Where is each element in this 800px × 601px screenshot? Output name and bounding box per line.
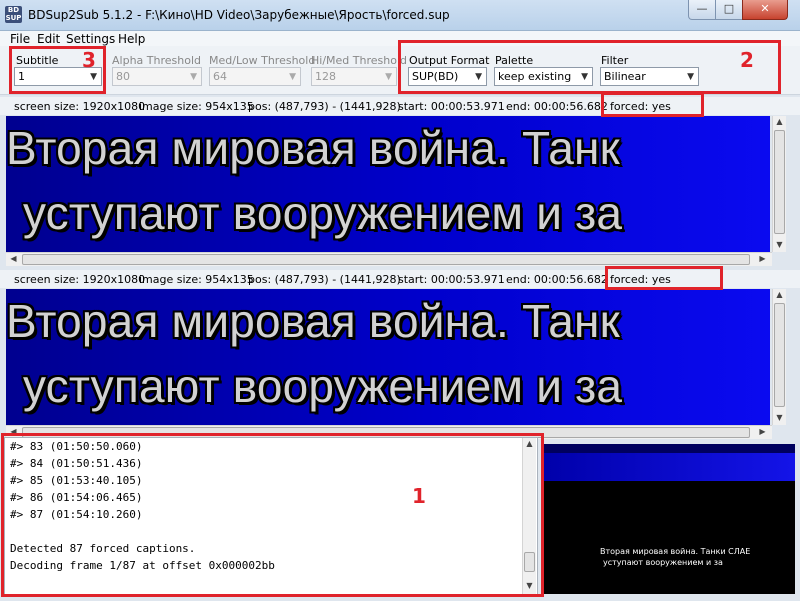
scroll-thumb[interactable]: [774, 303, 785, 407]
scroll-thumb[interactable]: [524, 552, 535, 572]
preview-frame: [543, 481, 795, 594]
scroll-left-icon[interactable]: ◀: [7, 427, 20, 436]
output-format-select[interactable]: SUP(BD) ▼: [408, 67, 487, 86]
minimize-button[interactable]: —: [688, 0, 716, 20]
log-line: #> 83 (01:50:50.060): [10, 440, 143, 453]
end-time-text: end: 00:00:56.682: [506, 273, 608, 286]
toolbar: Subtitle 1 ▼ Alpha Threshold 80 ▼ Med/Low …: [0, 46, 800, 95]
scroll-up-icon[interactable]: ▲: [773, 117, 786, 126]
preview-caption-line-2: уступают вооружением и за: [603, 558, 723, 567]
screen-size-text: screen size: 1920x1080: [14, 100, 146, 113]
subtitle-label: Subtitle: [16, 54, 59, 67]
subtitle-value: 1: [18, 70, 25, 83]
medlow-threshold-value: 64: [213, 70, 227, 83]
source-vertical-scrollbar[interactable]: ▲ ▼: [772, 116, 786, 252]
log-line: #> 85 (01:53:40.105): [10, 474, 143, 487]
scroll-up-icon[interactable]: ▲: [523, 439, 536, 448]
menu-file[interactable]: File: [10, 32, 30, 46]
end-time-text: end: 00:00:56.682: [506, 100, 608, 113]
menu-settings[interactable]: Settings: [66, 32, 115, 46]
alpha-threshold-select[interactable]: 80 ▼: [112, 67, 202, 86]
annotation-label-3: 3: [82, 48, 96, 72]
medlow-threshold-label: Med/Low Threshold: [209, 54, 316, 67]
himed-threshold-value: 128: [315, 70, 336, 83]
output-format-value: SUP(BD): [412, 70, 459, 83]
frame-preview: Вторая мировая война. Танки СЛАЕ уступаю…: [543, 444, 795, 594]
source-info-bar: screen size: 1920x1080 image size: 954x1…: [0, 97, 800, 115]
chevron-down-icon: ▼: [289, 72, 296, 82]
screen-size-text: screen size: 1920x1080: [14, 273, 146, 286]
filter-label: Filter: [601, 54, 629, 67]
menu-help[interactable]: Help: [118, 32, 145, 46]
subtitle-line-2: уступают вооружением и за: [23, 187, 623, 239]
target-subtitle-view: Вторая мировая война. Танк уступают воор…: [6, 289, 770, 425]
app-icon: BD SUP: [5, 6, 22, 23]
chevron-down-icon: ▼: [385, 72, 392, 82]
scroll-right-icon[interactable]: ▶: [756, 427, 769, 436]
annotation-label-2: 2: [740, 48, 754, 72]
chevron-down-icon: ▼: [687, 72, 694, 82]
forced-status-text: forced: yes: [610, 100, 671, 113]
chevron-down-icon: ▼: [475, 72, 482, 82]
medlow-threshold-select[interactable]: 64 ▼: [209, 67, 301, 86]
log-line: #> 86 (01:54:06.465): [10, 491, 143, 504]
scroll-thumb[interactable]: [22, 254, 750, 265]
image-size-text: image size: 954x135: [139, 100, 254, 113]
menu-edit[interactable]: Edit: [37, 32, 60, 46]
annotation-label-1: 1: [412, 484, 426, 508]
preview-band: [543, 453, 795, 481]
palette-select[interactable]: keep existing ▼: [494, 67, 593, 86]
image-size-text: image size: 954x135: [139, 273, 254, 286]
position-text: pos: (487,793) - (1441,928): [248, 100, 401, 113]
scroll-thumb[interactable]: [774, 130, 785, 234]
maximize-button[interactable]: □: [715, 0, 743, 20]
source-horizontal-scrollbar[interactable]: ◀ ▶: [6, 252, 772, 266]
log-console[interactable]: #> 83 (01:50:50.060) #> 84 (01:50:51.436…: [4, 437, 538, 595]
chevron-down-icon: ▼: [581, 72, 588, 82]
log-line: #> 87 (01:54:10.260): [10, 508, 143, 521]
log-line: Detected 87 forced captions.: [10, 542, 196, 555]
subtitle-line-1: Вторая мировая война. Танк: [6, 295, 620, 347]
scroll-down-icon[interactable]: ▼: [523, 581, 536, 590]
preview-caption-line-1: Вторая мировая война. Танки СЛАЕ: [600, 547, 751, 556]
app-icon-text: BD SUP: [5, 6, 22, 22]
himed-threshold-label: Hi/Med Threshold: [311, 54, 407, 67]
filter-select[interactable]: Bilinear ▼: [600, 67, 699, 86]
log-scrollbar[interactable]: ▲ ▼: [522, 438, 536, 594]
scroll-right-icon[interactable]: ▶: [756, 254, 769, 263]
filter-value: Bilinear: [604, 70, 646, 83]
scroll-up-icon[interactable]: ▲: [773, 290, 786, 299]
title-bar: BD SUP BDSup2Sub 5.1.2 - F:\Кино\HD Vide…: [0, 0, 800, 31]
source-subtitle-view: Вторая мировая война. Танк уступают воор…: [6, 116, 770, 252]
alpha-threshold-label: Alpha Threshold: [112, 54, 201, 67]
alpha-threshold-value: 80: [116, 70, 130, 83]
forced-status-text: forced: yes: [610, 273, 671, 286]
scroll-down-icon[interactable]: ▼: [773, 240, 786, 249]
position-text: pos: (487,793) - (1441,928): [248, 273, 401, 286]
target-info-bar: screen size: 1920x1080 image size: 954x1…: [0, 270, 800, 288]
output-format-label: Output Format: [409, 54, 490, 67]
window-title: BDSup2Sub 5.1.2 - F:\Кино\HD Video\Заруб…: [28, 8, 450, 22]
start-time-text: start: 00:00:53.971: [398, 273, 505, 286]
chevron-down-icon: ▼: [190, 72, 197, 82]
log-line: Decoding frame 1/87 at offset 0x000002bb: [10, 559, 275, 572]
menu-bar: File Edit Settings Help: [0, 31, 800, 46]
start-time-text: start: 00:00:53.971: [398, 100, 505, 113]
palette-value: keep existing: [498, 70, 572, 83]
subtitle-line-1: Вторая мировая война. Танк: [6, 122, 620, 174]
log-line: #> 84 (01:50:51.436): [10, 457, 143, 470]
subtitle-line-2: уступают вооружением и за: [23, 360, 623, 412]
himed-threshold-select[interactable]: 128 ▼: [311, 67, 397, 86]
scroll-down-icon[interactable]: ▼: [773, 413, 786, 422]
palette-label: Palette: [495, 54, 534, 67]
scroll-left-icon[interactable]: ◀: [7, 254, 20, 263]
close-button[interactable]: ✕: [742, 0, 788, 20]
target-vertical-scrollbar[interactable]: ▲ ▼: [772, 289, 786, 425]
